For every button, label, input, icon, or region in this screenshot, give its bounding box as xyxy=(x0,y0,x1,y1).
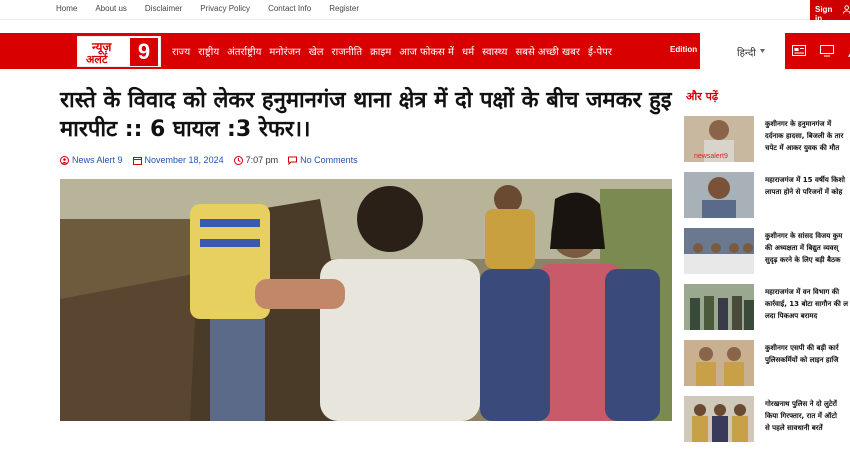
news-icon[interactable] xyxy=(792,45,806,56)
news-headline[interactable]: महाराजगंज में वन विभाग की कार्रवाई, 13 ब… xyxy=(765,286,850,322)
language-select[interactable]: हिन्दी xyxy=(700,33,785,69)
author-meta[interactable]: News Alert 9 xyxy=(60,155,123,165)
site-logo[interactable]: न्यूज़ अलर्ट 9 xyxy=(77,36,161,67)
thumb-watermark: newsalert9 xyxy=(694,153,728,160)
nav-item-entertainment[interactable]: मनोरंजन xyxy=(269,44,300,58)
article-meta: News Alert 9 November 18, 2024 7:07 pm N… xyxy=(60,155,358,165)
sign-in-label: Sign in xyxy=(815,5,833,23)
nav-item-health[interactable]: स्वास्थ्य xyxy=(482,44,507,58)
top-link-about[interactable]: About us xyxy=(95,4,127,13)
nav-item-crime[interactable]: क्राइम xyxy=(370,44,391,58)
nav-icons xyxy=(792,45,850,57)
logo-number: 9 xyxy=(130,38,158,66)
nav-item-religion[interactable]: धर्म xyxy=(462,44,474,58)
sign-in-button[interactable]: Sign in xyxy=(810,0,850,23)
news-thumbnail[interactable] xyxy=(684,228,754,274)
list-item[interactable]: गोरखनाथ पुलिस ने दो लुटेरों किया गिरफ्ता… xyxy=(684,396,850,446)
list-item[interactable]: newsalert9 कुशीनगर के हनुमानगंज में दर्द… xyxy=(684,116,850,166)
monitor-icon[interactable] xyxy=(820,45,834,57)
nav-item-politics[interactable]: राजनीति xyxy=(332,44,363,58)
news-headline[interactable]: महाराजगंज में 15 वर्षीय किशो लापता होने … xyxy=(765,174,850,198)
clock-icon xyxy=(233,155,243,165)
author-name[interactable]: News Alert 9 xyxy=(72,155,123,165)
news-headline[interactable]: गोरखनाथ पुलिस ने दो लुटेरों किया गिरफ्ता… xyxy=(765,398,850,434)
nav-item-sports[interactable]: खेल xyxy=(309,44,324,58)
nav-item-epaper[interactable]: ई-पेपर xyxy=(588,44,612,58)
list-item[interactable]: महाराजगंज में 15 वर्षीय किशो लापता होने … xyxy=(684,172,850,222)
news-thumbnail[interactable]: newsalert9 xyxy=(684,116,754,162)
user-icon xyxy=(60,155,69,165)
comments-meta[interactable]: No Comments xyxy=(288,155,358,165)
chevron-down-icon xyxy=(760,49,765,53)
list-item[interactable]: महाराजगंज में वन विभाग की कार्रवाई, 13 ब… xyxy=(684,284,850,334)
top-link-disclaimer[interactable]: Disclaimer xyxy=(145,4,182,13)
sidebar-title: और पढ़ें xyxy=(686,90,719,103)
top-link-privacy[interactable]: Privacy Policy xyxy=(200,4,250,13)
top-link-register[interactable]: Register xyxy=(329,4,359,13)
date-meta[interactable]: November 18, 2024 xyxy=(132,155,224,165)
top-link-contact[interactable]: Contact Info xyxy=(268,4,311,13)
news-thumbnail[interactable] xyxy=(684,396,754,442)
nav-item-rashtriya[interactable]: राष्ट्रीय xyxy=(198,44,219,58)
list-item[interactable]: कुशीनगर के सांसद विजय कुम की अध्यक्षता म… xyxy=(684,228,850,278)
top-links: Home About us Disclaimer Privacy Policy … xyxy=(56,4,359,13)
article-headline: रास्ते के विवाद को लेकर हनुमानगंज थाना क… xyxy=(60,88,672,142)
nav-item-focus[interactable]: आज फोकस में xyxy=(399,44,454,58)
nav-item-best-news[interactable]: सबसे अच्छी खबर xyxy=(515,44,580,58)
news-headline[interactable]: कुशीनगर के सांसद विजय कुम की अध्यक्षता म… xyxy=(765,230,850,266)
language-value: हिन्दी xyxy=(737,48,756,59)
news-thumbnail[interactable] xyxy=(684,284,754,330)
time-meta: 7:07 pm xyxy=(233,155,279,165)
publish-date[interactable]: November 18, 2024 xyxy=(145,155,224,165)
news-headline[interactable]: कुशीनगर के हनुमानगंज में दर्दनाक हादसा, … xyxy=(765,118,850,154)
nav-item-rajya[interactable]: राज्य xyxy=(172,44,190,58)
news-thumbnail[interactable] xyxy=(684,340,754,386)
nav-item-international[interactable]: अंतर्राष्ट्रीय xyxy=(227,44,261,58)
user-icon xyxy=(842,5,850,14)
news-headline[interactable]: कुशीनगर एसपी की बड़ी कार्र पुलिसकर्मियों… xyxy=(765,342,850,366)
article-hero-image xyxy=(60,179,672,421)
comment-icon xyxy=(288,156,298,165)
news-thumbnail[interactable] xyxy=(684,172,754,218)
edition-label: Edition xyxy=(670,45,698,54)
top-bar: Home About us Disclaimer Privacy Policy … xyxy=(0,0,850,23)
comments-link[interactable]: No Comments xyxy=(300,155,358,165)
publish-time: 7:07 pm xyxy=(245,155,279,165)
top-link-home[interactable]: Home xyxy=(56,4,77,13)
logo-line-2: अलर्ट xyxy=(86,53,108,66)
nav-menu: राज्य राष्ट्रीय अंतर्राष्ट्रीय मनोरंजन ख… xyxy=(172,44,612,58)
sidebar-list: newsalert9 कुशीनगर के हनुमानगंज में दर्द… xyxy=(684,116,850,452)
calendar-icon xyxy=(132,156,142,165)
list-item[interactable]: कुशीनगर एसपी की बड़ी कार्र पुलिसकर्मियों… xyxy=(684,340,850,390)
